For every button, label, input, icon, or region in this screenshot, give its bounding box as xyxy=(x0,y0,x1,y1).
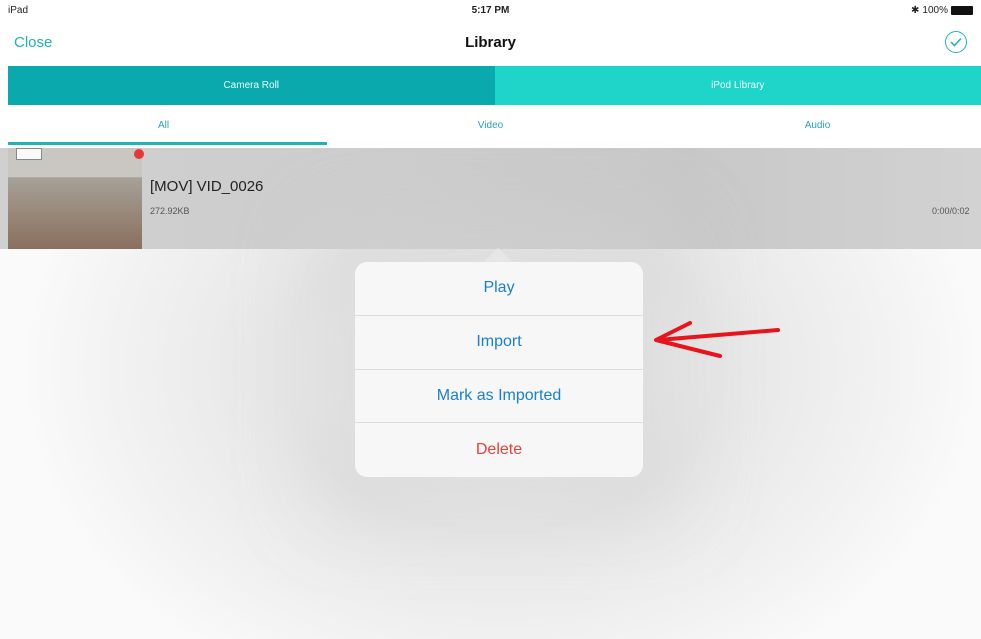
thumbnail-light xyxy=(16,148,42,160)
video-thumbnail xyxy=(8,148,142,249)
tab-video[interactable]: Video xyxy=(327,108,654,146)
selected-tab-indicator xyxy=(8,142,327,145)
bluetooth-icon: ✱ xyxy=(911,5,920,16)
media-duration: 0:00/0:02 xyxy=(932,206,970,216)
mark-as-imported-button[interactable]: Mark as Imported xyxy=(355,370,643,424)
tab-all-label: All xyxy=(157,120,170,131)
tab-audio[interactable]: Audio xyxy=(654,108,981,146)
tab-video-label: Video xyxy=(477,120,504,131)
annotation-arrow-icon xyxy=(654,321,780,358)
checkmark-circle-icon[interactable] xyxy=(945,31,967,53)
media-size: 272.92KB xyxy=(150,206,190,216)
list-item[interactable] xyxy=(0,148,981,249)
tab-ipod-library[interactable]: iPod Library xyxy=(494,66,981,105)
unimported-dot-icon xyxy=(134,149,144,159)
source-segmented-control: Camera Roll iPod Library xyxy=(8,66,981,105)
filter-tabs: All Video Audio xyxy=(0,108,981,146)
import-button[interactable]: Import xyxy=(355,316,643,370)
tab-all[interactable]: All xyxy=(0,108,327,146)
delete-button[interactable]: Delete xyxy=(355,423,643,477)
tab-camera-roll[interactable]: Camera Roll xyxy=(8,66,495,105)
page-title: Library xyxy=(465,34,516,51)
status-bar: iPad 5:17 PM ✱ 100% xyxy=(0,0,981,20)
navigation-bar: Close Library xyxy=(0,22,981,64)
play-button[interactable]: Play xyxy=(355,262,643,316)
status-right: ✱ 100% xyxy=(911,5,973,16)
action-popover: Play Import Mark as Imported Delete xyxy=(355,262,643,477)
media-title: [MOV] VID_0026 xyxy=(150,178,264,195)
battery-percent: 100% xyxy=(922,5,948,16)
tab-audio-label: Audio xyxy=(804,120,831,131)
battery-icon xyxy=(951,6,973,15)
status-time: 5:17 PM xyxy=(471,5,510,16)
